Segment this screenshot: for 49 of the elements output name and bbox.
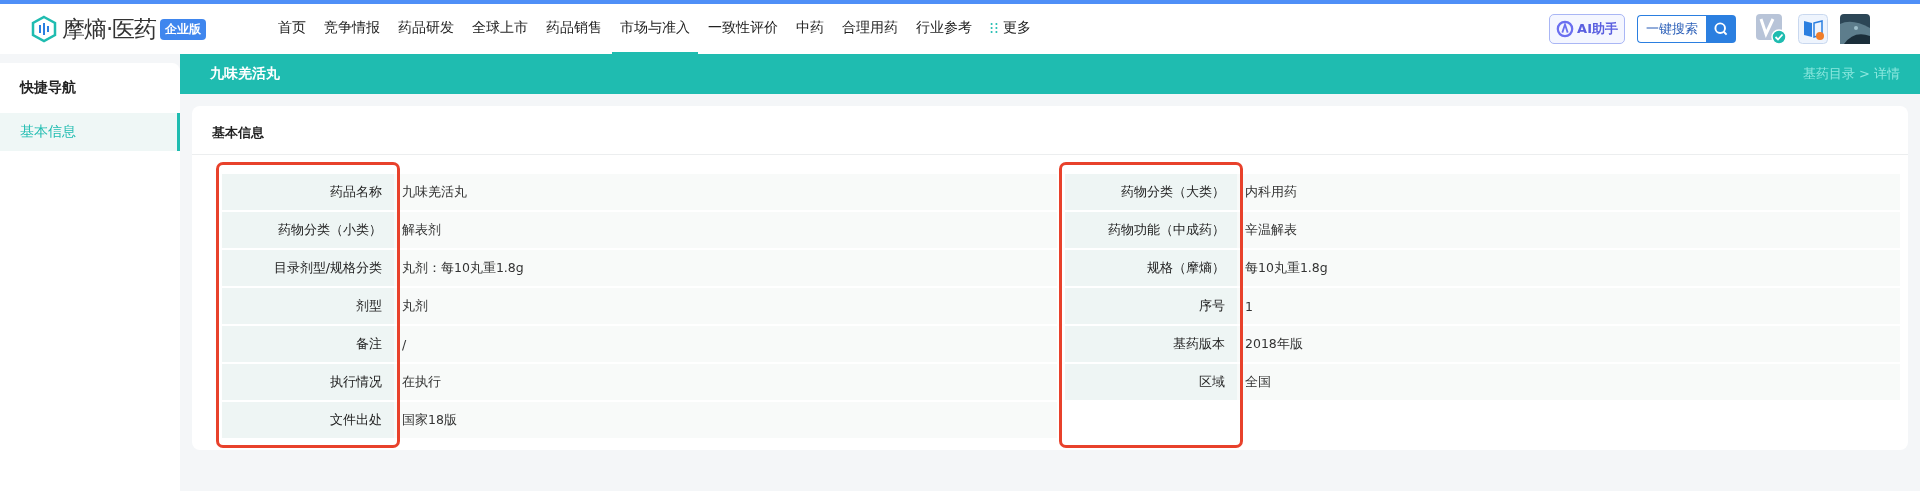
field-label: 基药版本 <box>1065 326 1237 362</box>
edition-badge: 企业版 <box>160 18 207 40</box>
book-icon[interactable] <box>1798 14 1828 44</box>
field-label: 药物分类（大类） <box>1065 174 1237 210</box>
field-value: 2018年版 <box>1237 326 1900 362</box>
field-label: 规格（摩熵） <box>1065 250 1237 286</box>
ai-icon <box>1556 20 1575 38</box>
nav-tab[interactable]: 药品研发 <box>390 4 462 54</box>
field-label: 目录剂型/规格分类 <box>222 250 394 286</box>
nav-tab[interactable]: 首页 <box>270 4 314 54</box>
field-label: 文件出处 <box>222 402 394 438</box>
field-value: 每10丸重1.8g <box>1237 250 1900 286</box>
field-label: 药物功能（中成药） <box>1065 212 1237 248</box>
field-label: 剂型 <box>222 288 394 324</box>
field-value: / <box>394 326 1057 362</box>
nav-tab[interactable]: 全球上市 <box>464 4 536 54</box>
nav-tab[interactable]: 合理用药 <box>834 4 906 54</box>
field-label: 药品名称 <box>222 174 394 210</box>
nav-tab[interactable]: 更多 <box>982 4 1039 54</box>
field-label: 药物分类（小类） <box>222 212 394 248</box>
field-value: 国家18版 <box>394 402 1057 438</box>
nav-tab[interactable]: 行业参考 <box>908 4 980 54</box>
search-button[interactable]: 一键搜索 <box>1637 15 1706 43</box>
nav-tab[interactable]: 一致性评价 <box>700 4 786 54</box>
field-value: 九味羌活丸 <box>394 174 1057 210</box>
field-value: 丸剂 <box>394 288 1057 324</box>
section-title: 基本信息 <box>192 106 1908 155</box>
nav-tab[interactable]: 竞争情报 <box>316 4 388 54</box>
field-value: 在执行 <box>394 364 1057 400</box>
search-icon[interactable] <box>1706 15 1736 43</box>
field-label: 备注 <box>222 326 394 362</box>
sidebar-title: 快捷导航 <box>18 78 77 97</box>
field-label: 区域 <box>1065 364 1237 400</box>
brand-name: 摩熵·医药 <box>62 14 157 44</box>
nav-tab[interactable]: 中药 <box>788 4 832 54</box>
dots-grid-icon <box>990 22 998 34</box>
vip-icon[interactable] <box>1756 14 1786 44</box>
field-value: 全国 <box>1237 364 1900 400</box>
field-value: 解表剂 <box>394 212 1057 248</box>
field-value: 内科用药 <box>1237 174 1900 210</box>
field-value: 1 <box>1237 288 1900 324</box>
field-label: 序号 <box>1065 288 1237 324</box>
field-value: 辛温解表 <box>1237 212 1900 248</box>
field-label: 执行情况 <box>222 364 394 400</box>
field-value: 丸剂：每10丸重1.8g <box>394 250 1057 286</box>
nav-tab[interactable]: 药品销售 <box>538 4 610 54</box>
ai-assistant-button[interactable]: AI助手 <box>1549 14 1625 44</box>
logo-icon <box>30 15 58 43</box>
page-title: 九味羌活丸 <box>210 65 280 83</box>
